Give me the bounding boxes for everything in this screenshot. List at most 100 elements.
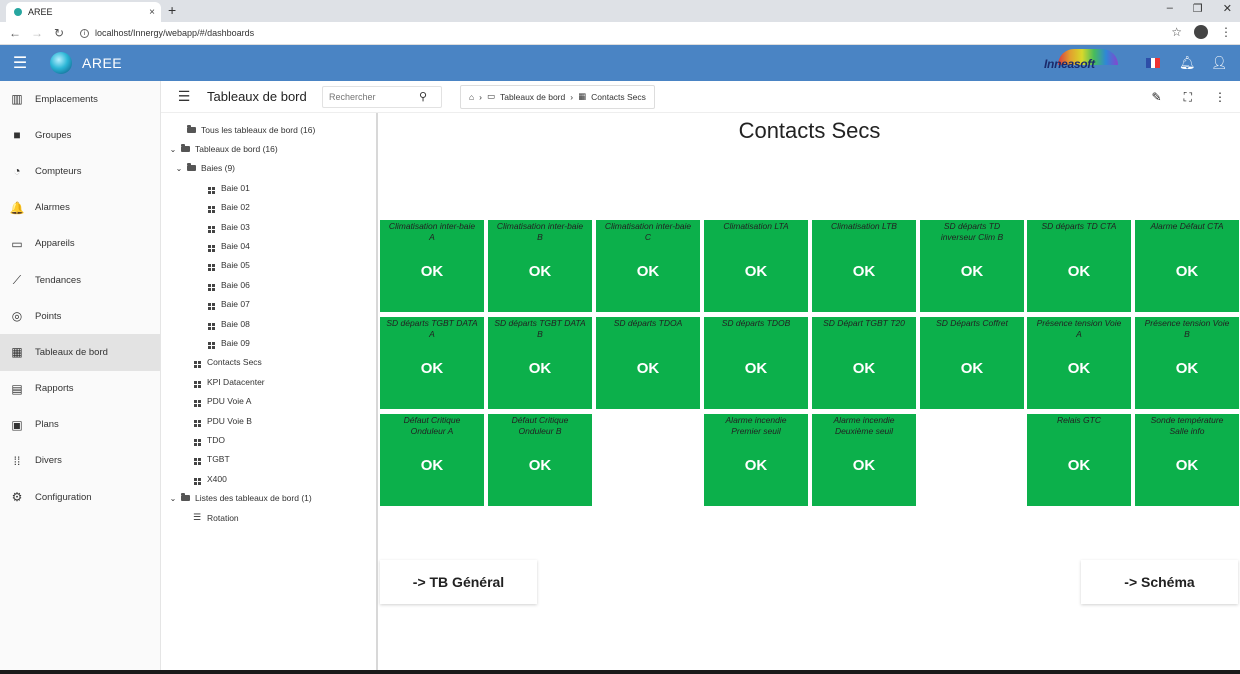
tab-close-icon[interactable]: × <box>149 7 155 18</box>
notifications-bell-icon[interactable]: 🔔︎ <box>1179 55 1196 71</box>
status-tile[interactable]: Alarme Défaut CTA OK <box>1135 220 1239 312</box>
sidebar-item-divers[interactable]: ⁞⁞ Divers <box>0 443 160 479</box>
tree-item-baies-group[interactable]: ⌄ Baies (9) <box>161 159 376 178</box>
browser-tab[interactable]: AREE × <box>6 2 161 22</box>
tile-label: SD départs TDOB <box>721 318 791 328</box>
tree-item-list[interactable]: ☰ Rotation <box>161 508 376 527</box>
fullscreen-icon[interactable]: ⛶ <box>1184 90 1192 105</box>
french-flag-icon[interactable] <box>1146 58 1161 68</box>
tile-state-value: OK <box>420 360 444 377</box>
forward-arrow-icon[interactable]: → <box>26 26 48 40</box>
dashboard-grid-icon <box>193 361 201 369</box>
tree-item-baie[interactable]: Baie 06 <box>161 275 376 294</box>
status-tile[interactable]: Sonde température Salle info OK <box>1135 414 1239 506</box>
sidebar-item-appareils[interactable]: ▭ Appareils <box>0 226 160 262</box>
inneasoft-logo: Inneasoft <box>1040 49 1124 77</box>
hamburger-menu-icon[interactable]: ☰ <box>0 53 40 73</box>
url-field[interactable]: i localhost/Innergy/webapp/#/dashboards <box>80 28 254 38</box>
chevron-down-icon[interactable]: ⌄ <box>167 145 179 154</box>
new-tab-button[interactable]: + <box>168 2 176 18</box>
browser-address-bar: ← → ↻ i localhost/Innergy/webapp/#/dashb… <box>0 22 1240 45</box>
status-tile[interactable]: Climatisation inter-baie B OK <box>488 220 592 312</box>
tree-item-baie[interactable]: Baie 04 <box>161 236 376 255</box>
tree-item-label: Baie 02 <box>221 202 250 213</box>
status-tile[interactable]: SD départs TDOB OK <box>704 317 808 409</box>
tree-item-baie[interactable]: Baie 01 <box>161 178 376 197</box>
minimize-icon[interactable]: – <box>1167 2 1173 15</box>
bookmark-star-icon[interactable]: ☆ <box>1171 25 1182 39</box>
edit-pencil-icon[interactable]: ✎ <box>1152 90 1162 105</box>
tree-icon-slot <box>205 182 217 194</box>
back-arrow-icon[interactable]: ← <box>4 26 26 40</box>
chevron-down-icon[interactable]: ⌄ <box>173 164 185 173</box>
breadcrumb: ⌂ › ▭ Tableaux de bord › ▦ Contacts Secs <box>460 84 655 109</box>
status-tile[interactable]: SD Départ TGBT T20 OK <box>812 317 916 409</box>
close-window-icon[interactable]: ✕ <box>1223 2 1232 15</box>
status-tile[interactable]: Climatisation inter-baie A OK <box>380 220 484 312</box>
tree-item-dashboards-root[interactable]: ⌄ Tableaux de bord (16) <box>161 139 376 158</box>
tree-item-baie[interactable]: Baie 03 <box>161 217 376 236</box>
status-tile[interactable]: Relais GTC OK <box>1027 414 1131 506</box>
restore-icon[interactable]: ❐ <box>1193 2 1203 15</box>
tree-item-baie[interactable]: Baie 07 <box>161 295 376 314</box>
status-tile[interactable]: SD départs TGBT DATA B OK <box>488 317 592 409</box>
tree-item-dashboard[interactable]: PDU Voie B <box>161 411 376 430</box>
schema-button[interactable]: -> Schéma <box>1081 560 1238 604</box>
home-icon[interactable]: ⌂ <box>469 92 474 102</box>
status-tile[interactable]: SD Départs Coffret OK <box>920 317 1024 409</box>
more-options-icon[interactable]: ⋮ <box>1214 90 1226 105</box>
search-input[interactable] <box>329 91 419 102</box>
sidebar-item-alarmes[interactable]: 🔔 Alarmes <box>0 190 160 226</box>
tree-item-baie[interactable]: Baie 02 <box>161 198 376 217</box>
tree-icon-slot <box>205 259 217 272</box>
sidebar-item-groupes[interactable]: ■ Groupes <box>0 117 160 153</box>
status-tile[interactable]: SD départs TGBT DATA A OK <box>380 317 484 409</box>
status-tile[interactable]: Défaut Critique Onduleur B OK <box>488 414 592 506</box>
dashboard-icon: ▦ <box>11 345 23 360</box>
tree-item-baie[interactable]: Baie 09 <box>161 333 376 352</box>
tree-item-baie[interactable]: Baie 05 <box>161 256 376 275</box>
tree-item-dashboard[interactable]: TGBT <box>161 450 376 469</box>
sidebar-item-rapports[interactable]: ▤ Rapports <box>0 371 160 407</box>
sidebar-item-points[interactable]: ◎ Points <box>0 298 160 334</box>
status-tile[interactable]: Présence tension Voie A OK <box>1027 317 1131 409</box>
tree-item-dashboard[interactable]: PDU Voie A <box>161 391 376 410</box>
chevron-down-icon[interactable]: ⌄ <box>167 494 179 503</box>
tree-item-label: X400 <box>207 473 227 484</box>
search-icon[interactable]: ⚲ <box>419 90 427 103</box>
reload-icon[interactable]: ↻ <box>48 26 70 40</box>
tree-item-all-dashboards[interactable]: Tous les tableaux de bord (16) <box>161 120 376 139</box>
sidebar-item-tendances[interactable]: ⟋ Tendances <box>0 262 160 298</box>
user-account-icon[interactable]: 👤︎ <box>1211 55 1228 71</box>
site-info-icon[interactable]: i <box>80 28 89 38</box>
status-tile[interactable]: Alarme incendie Premier seuil OK <box>704 414 808 506</box>
status-tile[interactable]: Climatisation LTA OK <box>704 220 808 312</box>
tree-item-dashboard[interactable]: TDO <box>161 430 376 449</box>
breadcrumb-dashboards[interactable]: Tableaux de bord <box>500 92 565 102</box>
browser-menu-icon[interactable]: ⋮ <box>1220 25 1232 39</box>
status-tile[interactable]: Présence tension Voie B OK <box>1135 317 1239 409</box>
tile-label: Alarme Défaut CTA <box>1150 221 1224 231</box>
tree-item-baie[interactable]: Baie 08 <box>161 314 376 333</box>
tb-general-button[interactable]: -> TB Général <box>380 560 537 604</box>
tree-toggle-menu-icon[interactable]: ☰ <box>161 88 207 105</box>
tree-item-dashboard[interactable]: Contacts Secs <box>161 353 376 372</box>
status-tile[interactable]: SD départs TD CTA OK <box>1027 220 1131 312</box>
status-tile[interactable]: Climatisation inter-baie C OK <box>596 220 700 312</box>
sidebar-item-compteurs[interactable]: ◔ Compteurs <box>0 153 160 189</box>
status-tile[interactable]: SD départs TDOA OK <box>596 317 700 409</box>
sidebar-item-tableaux-de-bord[interactable]: ▦ Tableaux de bord <box>0 334 160 371</box>
profile-avatar-icon[interactable] <box>1194 25 1208 39</box>
sidebar-item-emplacements[interactable]: ▥ Emplacements <box>0 81 160 117</box>
tree-item-dashboard[interactable]: X400 <box>161 469 376 488</box>
status-tile[interactable]: Climatisation LTB OK <box>812 220 916 312</box>
gear-icon: ⚙ <box>11 490 23 505</box>
status-tile[interactable]: SD départs TD inverseur Clim B OK <box>920 220 1024 312</box>
tree-item-lists-group[interactable]: ⌄ Listes des tableaux de bord (1) <box>161 488 376 507</box>
sidebar-item-plans[interactable]: ▣ Plans <box>0 407 160 443</box>
status-tile[interactable]: Défaut Critique Onduleur A OK <box>380 414 484 506</box>
status-tile[interactable]: Alarme incendie Deuxième seuil OK <box>812 414 916 506</box>
tree-item-dashboard[interactable]: KPI Datacenter <box>161 372 376 391</box>
sidebar-item-configuration[interactable]: ⚙ Configuration <box>0 479 160 515</box>
tile-state-value: OK <box>744 360 768 377</box>
